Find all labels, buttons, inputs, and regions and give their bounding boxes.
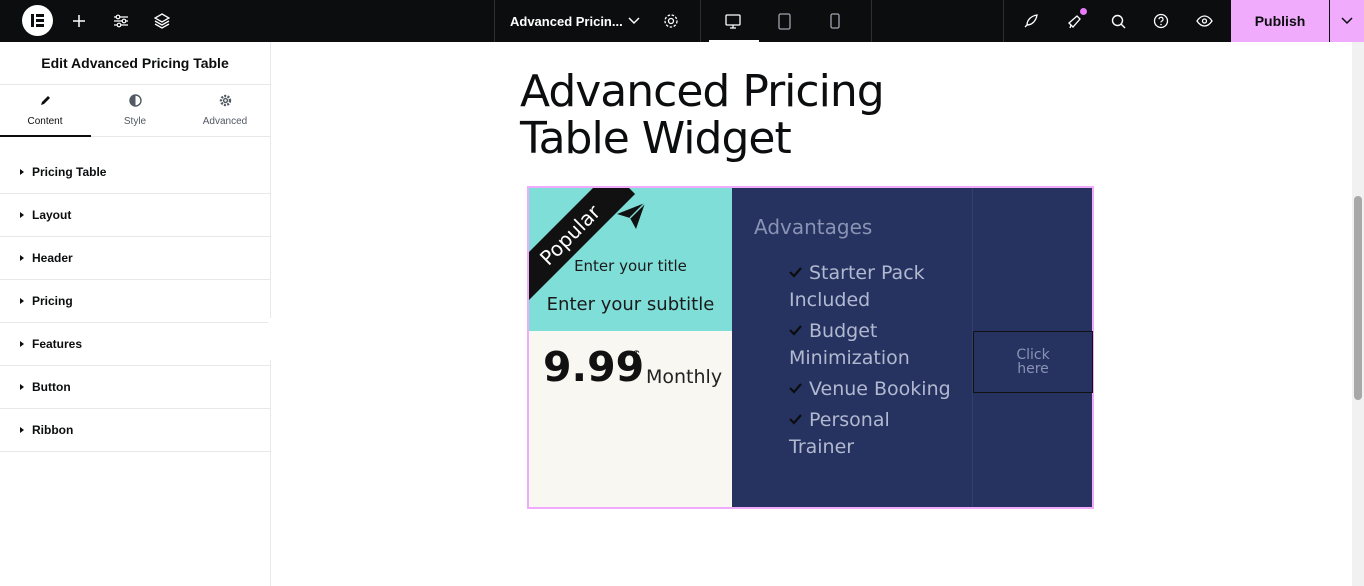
tab-style[interactable]: Style (90, 85, 180, 136)
divider (1003, 0, 1004, 42)
features-list: Starter Pack Included Budget Minimizatio… (789, 260, 954, 465)
caret-right-icon (20, 255, 24, 261)
search-icon[interactable] (1107, 0, 1129, 42)
publish-button[interactable]: Publish (1231, 0, 1329, 42)
notification-dot (1080, 8, 1087, 15)
button-column: Click here (972, 188, 1093, 507)
divider (700, 0, 701, 42)
site-settings-sliders-icon[interactable] (110, 0, 132, 42)
pencil-icon (39, 94, 52, 110)
elementor-logo-icon[interactable] (22, 5, 53, 36)
add-element-icon[interactable] (68, 0, 90, 42)
price-box: 9.99 $ Monthly (529, 331, 732, 507)
chevron-down-icon[interactable] (626, 0, 642, 42)
widget-heading: Advanced Pricing Table Widget (520, 66, 885, 164)
section-layout[interactable]: Layout (0, 194, 270, 237)
button-label: Click here (1016, 347, 1050, 377)
check-icon (789, 414, 802, 425)
pricing-header-column: Enter your title Enter your subtitle Pop… (529, 188, 732, 507)
check-icon (789, 325, 802, 336)
section-label: Pricing (32, 294, 73, 308)
publish-options-chevron-icon[interactable] (1330, 0, 1364, 42)
feature-label: Venue Booking (809, 378, 951, 400)
editor-panel: Edit Advanced Pricing Table Content Styl… (0, 42, 271, 586)
check-icon (789, 267, 802, 278)
caret-right-icon (20, 427, 24, 433)
section-features[interactable]: Features (0, 323, 270, 366)
features-column: Advantages Starter Pack Included Budget … (732, 188, 972, 507)
caret-right-icon (20, 169, 24, 175)
panel-tabs: Content Style Advanced (0, 85, 270, 137)
tab-label: Style (123, 116, 147, 127)
caret-right-icon (20, 384, 24, 390)
features-title: Advantages (754, 215, 873, 239)
pricing-table-widget[interactable]: Enter your title Enter your subtitle Pop… (527, 186, 1094, 509)
tab-content[interactable]: Content (0, 85, 90, 136)
feature-label: Personal Trainer (789, 409, 890, 458)
price-period: Monthly (646, 366, 723, 388)
section-pricing-table[interactable]: Pricing Table (0, 151, 270, 194)
section-label: Pricing Table (32, 165, 107, 179)
price-currency: $ (633, 348, 640, 362)
section-label: Features (32, 337, 83, 351)
tab-advanced[interactable]: Advanced (180, 85, 270, 136)
rocket-icon[interactable] (1020, 0, 1042, 42)
page-settings-gear-icon[interactable] (660, 0, 682, 42)
tab-label: Advanced (202, 116, 248, 127)
feature-item: Budget Minimization (789, 318, 954, 372)
section-label: Ribbon (32, 423, 74, 437)
gear-icon (219, 94, 232, 110)
scrollbar-thumb[interactable] (1354, 196, 1362, 400)
mobile-view-icon[interactable] (824, 0, 846, 42)
desktop-view-icon[interactable] (722, 0, 744, 42)
document-title[interactable]: Advanced Pricin... (510, 0, 623, 42)
section-button[interactable]: Button (0, 366, 270, 409)
help-icon[interactable] (1150, 0, 1172, 42)
section-ribbon[interactable]: Ribbon (0, 409, 270, 452)
click-here-button[interactable]: Click here (973, 331, 1093, 393)
canvas-scrollbar[interactable] (1352, 42, 1364, 586)
active-tab-indicator (0, 135, 91, 137)
structure-layers-icon[interactable] (151, 0, 173, 42)
check-icon (789, 383, 802, 394)
whats-new-megaphone-icon[interactable] (1064, 0, 1086, 42)
panel-title: Edit Advanced Pricing Table (0, 42, 270, 85)
section-label: Layout (32, 208, 72, 222)
section-label: Button (32, 380, 71, 394)
section-pricing[interactable]: Pricing (0, 280, 270, 323)
caret-right-icon (20, 212, 24, 218)
feature-label: Starter Pack Included (789, 262, 925, 311)
feature-item: Personal Trainer (789, 407, 954, 461)
preview-eye-icon[interactable] (1193, 0, 1215, 42)
top-bar: Advanced Pricin... Publish (0, 0, 1364, 42)
half-circle-icon (128, 94, 142, 110)
section-header[interactable]: Header (0, 237, 270, 280)
tablet-view-icon[interactable] (773, 0, 795, 42)
feature-item: Starter Pack Included (789, 260, 954, 314)
divider (494, 0, 495, 42)
pricing-subtitle: Enter your subtitle (546, 294, 715, 315)
feature-label: Budget Minimization (789, 320, 910, 369)
caret-right-icon (20, 298, 24, 304)
divider (871, 0, 872, 42)
caret-right-icon (20, 341, 24, 347)
feature-item: Venue Booking (789, 376, 954, 403)
tab-label: Content (27, 116, 63, 127)
price-value: 9.99 (543, 343, 645, 391)
section-label: Header (32, 251, 73, 265)
